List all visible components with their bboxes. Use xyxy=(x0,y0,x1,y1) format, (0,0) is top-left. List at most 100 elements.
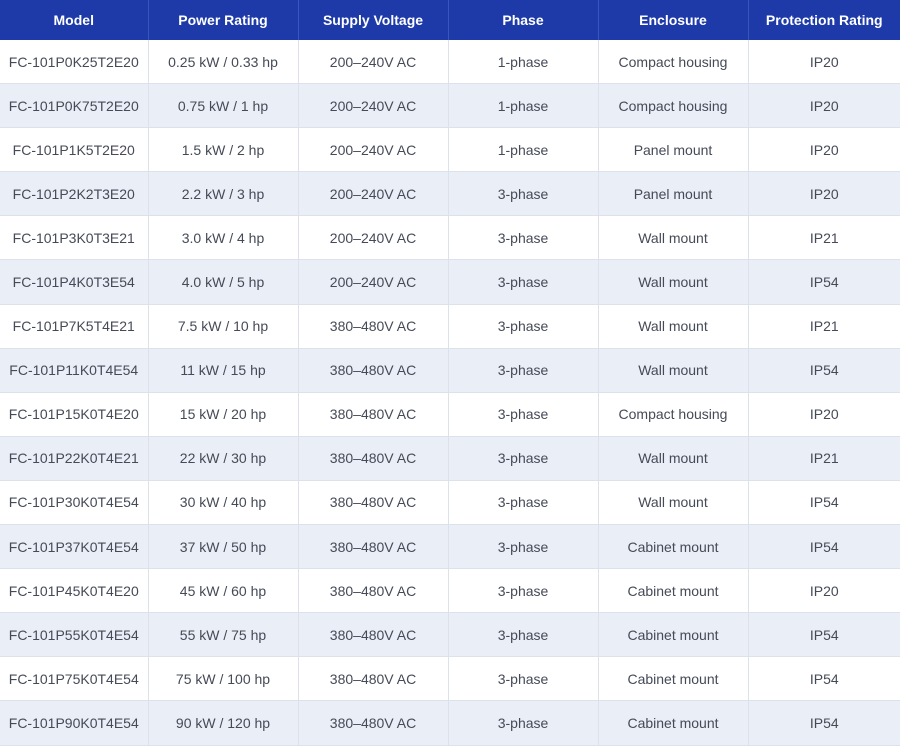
table-row: FC-101P90K0T4E54 90 kW / 120 hp 380–480V A… xyxy=(0,700,900,746)
cell-power-rating: 0.75 kW / 1 hp xyxy=(148,83,299,129)
cell-phase: 3-phase xyxy=(448,392,599,437)
table-row: FC-101P75K0T4E54 75 kW / 100 hp 380–480V A… xyxy=(0,656,900,702)
cell-protection-rating: IP20 xyxy=(748,83,900,129)
cell-protection-rating: IP54 xyxy=(748,656,900,702)
cell-phase: 1-phase xyxy=(448,83,599,129)
cell-enclosure: Panel mount xyxy=(598,127,749,173)
cell-model: FC-101P1K5T2E20 xyxy=(0,127,149,173)
cell-model: FC-101P45K0T4E20 xyxy=(0,568,149,614)
cell-power-rating: 1.5 kW / 2 hp xyxy=(148,127,299,173)
table-row: FC-101P1K5T2E20 1.5 kW / 2 hp 200–240V AC 1… xyxy=(0,127,900,173)
header-row: Model Power Rating Supply Voltage Phase … xyxy=(0,0,900,40)
cell-enclosure: Compact housing xyxy=(598,40,749,85)
cell-model: FC-101P15K0T4E20 xyxy=(0,392,149,437)
cell-enclosure: Wall mount xyxy=(598,436,749,481)
table-row: FC-101P55K0T4E54 55 kW / 75 hp 380–480V AC… xyxy=(0,612,900,658)
cell-model: FC-101P0K75T2E20 xyxy=(0,83,149,129)
cell-phase: 3-phase xyxy=(448,612,599,658)
product-spec-table: Model Power Rating Supply Voltage Phase … xyxy=(0,0,900,746)
cell-supply-voltage: 380–480V AC xyxy=(298,612,449,658)
cell-supply-voltage: 200–240V AC xyxy=(298,40,449,85)
cell-phase: 3-phase xyxy=(448,480,599,526)
cell-power-rating: 15 kW / 20 hp xyxy=(148,392,299,437)
cell-phase: 3-phase xyxy=(448,348,599,393)
cell-power-rating: 30 kW / 40 hp xyxy=(148,480,299,526)
cell-power-rating: 2.2 kW / 3 hp xyxy=(148,171,299,217)
cell-supply-voltage: 200–240V AC xyxy=(298,83,449,129)
table-row: FC-101P30K0T4E54 30 kW / 40 hp 380–480V AC… xyxy=(0,480,900,526)
cell-phase: 3-phase xyxy=(448,524,599,570)
table-row: FC-101P22K0T4E21 22 kW / 30 hp 380–480V AC… xyxy=(0,436,900,481)
cell-enclosure: Cabinet mount xyxy=(598,568,749,614)
cell-protection-rating: IP21 xyxy=(748,215,900,261)
cell-power-rating: 37 kW / 50 hp xyxy=(148,524,299,570)
table-row: FC-101P45K0T4E20 45 kW / 60 hp 380–480V AC… xyxy=(0,568,900,614)
cell-supply-voltage: 200–240V AC xyxy=(298,127,449,173)
cell-model: FC-101P22K0T4E21 xyxy=(0,436,149,481)
cell-protection-rating: IP54 xyxy=(748,524,900,570)
cell-phase: 1-phase xyxy=(448,127,599,173)
cell-enclosure: Wall mount xyxy=(598,348,749,393)
cell-supply-voltage: 380–480V AC xyxy=(298,392,449,437)
cell-protection-rating: IP54 xyxy=(748,480,900,526)
cell-supply-voltage: 380–480V AC xyxy=(298,436,449,481)
cell-supply-voltage: 380–480V AC xyxy=(298,568,449,614)
cell-model: FC-101P0K25T2E20 xyxy=(0,40,149,85)
table-row: FC-101P3K0T3E21 3.0 kW / 4 hp 200–240V AC 3… xyxy=(0,215,900,261)
cell-supply-voltage: 380–480V AC xyxy=(298,656,449,702)
table-row: FC-101P0K25T2E20 0.25 kW / 0.33 hp 200–240… xyxy=(0,40,900,85)
cell-power-rating: 45 kW / 60 hp xyxy=(148,568,299,614)
cell-model: FC-101P90K0T4E54 xyxy=(0,700,149,746)
cell-enclosure: Cabinet mount xyxy=(598,612,749,658)
cell-supply-voltage: 380–480V AC xyxy=(298,700,449,746)
cell-enclosure: Compact housing xyxy=(598,392,749,437)
cell-enclosure: Cabinet mount xyxy=(598,524,749,570)
cell-enclosure: Panel mount xyxy=(598,171,749,217)
header-supply-voltage: Supply Voltage xyxy=(298,0,449,40)
cell-enclosure: Wall mount xyxy=(598,215,749,261)
header-protection-rating: Protection Rating xyxy=(748,0,900,40)
cell-enclosure: Compact housing xyxy=(598,83,749,129)
cell-model: FC-101P2K2T3E20 xyxy=(0,171,149,217)
cell-power-rating: 7.5 kW / 10 hp xyxy=(148,304,299,349)
table-row: FC-101P37K0T4E54 37 kW / 50 hp 380–480V AC… xyxy=(0,524,900,570)
table-row: FC-101P4K0T3E54 4.0 kW / 5 hp 200–240V AC 3… xyxy=(0,259,900,305)
cell-protection-rating: IP54 xyxy=(748,348,900,393)
cell-phase: 3-phase xyxy=(448,568,599,614)
cell-power-rating: 90 kW / 120 hp xyxy=(148,700,299,746)
cell-supply-voltage: 200–240V AC xyxy=(298,259,449,305)
cell-protection-rating: IP54 xyxy=(748,700,900,746)
cell-model: FC-101P55K0T4E54 xyxy=(0,612,149,658)
cell-supply-voltage: 380–480V AC xyxy=(298,480,449,526)
cell-enclosure: Cabinet mount xyxy=(598,656,749,702)
cell-protection-rating: IP54 xyxy=(748,612,900,658)
cell-supply-voltage: 380–480V AC xyxy=(298,524,449,570)
table-row: FC-101P2K2T3E20 2.2 kW / 3 hp 200–240V AC 3… xyxy=(0,171,900,217)
cell-phase: 1-phase xyxy=(448,40,599,85)
header-enclosure: Enclosure xyxy=(598,0,749,40)
cell-supply-voltage: 200–240V AC xyxy=(298,215,449,261)
cell-enclosure: Cabinet mount xyxy=(598,700,749,746)
cell-phase: 3-phase xyxy=(448,171,599,217)
cell-supply-voltage: 380–480V AC xyxy=(298,348,449,393)
cell-model: FC-101P7K5T4E21 xyxy=(0,304,149,349)
table-body: FC-101P0K25T2E20 0.25 kW / 0.33 hp 200–240… xyxy=(0,40,900,746)
cell-model: FC-101P3K0T3E21 xyxy=(0,215,149,261)
table-row: FC-101P11K0T4E54 11 kW / 15 hp 380–480V AC… xyxy=(0,348,900,393)
cell-model: FC-101P4K0T3E54 xyxy=(0,259,149,305)
table-row: FC-101P15K0T4E20 15 kW / 20 hp 380–480V AC… xyxy=(0,392,900,437)
cell-supply-voltage: 380–480V AC xyxy=(298,304,449,349)
cell-power-rating: 55 kW / 75 hp xyxy=(148,612,299,658)
cell-protection-rating: IP21 xyxy=(748,436,900,481)
cell-protection-rating: IP20 xyxy=(748,392,900,437)
cell-protection-rating: IP20 xyxy=(748,127,900,173)
cell-protection-rating: IP20 xyxy=(748,568,900,614)
cell-enclosure: Wall mount xyxy=(598,259,749,305)
table-row: FC-101P7K5T4E21 7.5 kW / 10 hp 380–480V AC… xyxy=(0,304,900,349)
cell-enclosure: Wall mount xyxy=(598,304,749,349)
cell-model: FC-101P75K0T4E54 xyxy=(0,656,149,702)
cell-phase: 3-phase xyxy=(448,304,599,349)
cell-protection-rating: IP21 xyxy=(748,304,900,349)
cell-power-rating: 0.25 kW / 0.33 hp xyxy=(148,40,299,85)
cell-protection-rating: IP20 xyxy=(748,40,900,85)
